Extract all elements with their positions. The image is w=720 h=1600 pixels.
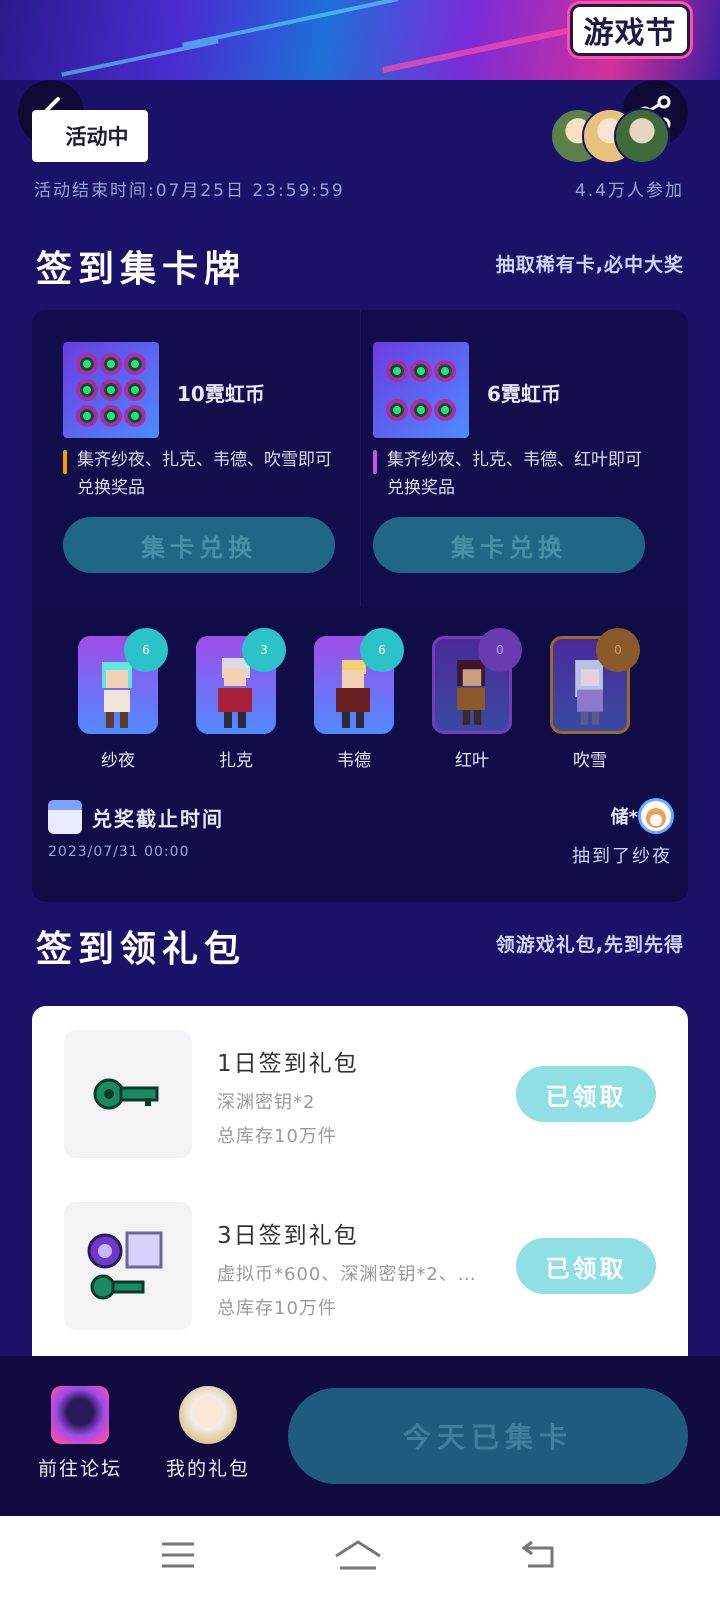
winner-avatar: [638, 798, 674, 834]
card-count-badge: 3: [242, 628, 286, 672]
forum-icon: [51, 1386, 109, 1444]
activity-end-time: 活动结束时间:07月25日 23:59:59: [34, 181, 345, 201]
character-name: 吹雪: [573, 751, 607, 771]
back-nav-icon[interactable]: [520, 1538, 564, 1574]
claimed-button[interactable]: 已领取: [516, 1066, 656, 1122]
neon-coin-icon: [63, 342, 159, 438]
card-count-badge: 0: [596, 628, 640, 672]
forum-label: 前往论坛: [37, 1458, 122, 1480]
bottom-action-bar: 前往论坛 我的礼包 今天已集卡: [0, 1356, 720, 1516]
gift-bundle-icon: [64, 1202, 192, 1330]
winner-username: 储*: [610, 807, 638, 828]
card-count-badge: 6: [360, 628, 404, 672]
claimed-button[interactable]: 已领取: [516, 1238, 656, 1294]
neon-coin-icon: [373, 342, 469, 438]
card-section-subtitle: 抽取稀有卡,必中大奖: [495, 254, 684, 276]
gift-section-title: 签到领礼包: [36, 929, 247, 970]
card-section-title: 签到集卡牌: [36, 249, 247, 290]
prize-name: 6霓虹币: [487, 382, 561, 406]
home-icon[interactable]: [332, 1538, 384, 1574]
prize-card-2: 6霓虹币 集齐纱夜、扎克、韦德、红叶即可兑换奖品 集卡兑换: [373, 342, 665, 573]
deadline-label: 兑奖截止时间: [92, 807, 224, 831]
gift-list: 1日签到礼包 深渊密钥*2 总库存10万件 已领取 3日签到礼包 虚拟币*600…: [32, 1006, 688, 1364]
prize-name: 10霓虹币: [177, 382, 265, 406]
character-name: 韦德: [337, 751, 371, 771]
character-name: 扎克: [219, 751, 253, 771]
character-name: 红叶: [455, 751, 489, 771]
activity-status-badge: 活动中: [32, 110, 148, 162]
abyss-key-icon: [64, 1030, 192, 1158]
event-banner: 游戏节: [0, 0, 720, 80]
gift-section-subtitle: 领游戏礼包,先到先得: [495, 934, 684, 956]
character-name: 纱夜: [101, 751, 135, 771]
today-collected-button[interactable]: 今天已集卡: [288, 1388, 688, 1484]
winner-message: 抽到了纱夜: [572, 846, 672, 867]
menu-icon[interactable]: [158, 1538, 202, 1574]
card-count-badge: 0: [478, 628, 522, 672]
card-exchange-button[interactable]: 集卡兑换: [373, 517, 645, 573]
system-navigation-bar: [0, 1516, 720, 1600]
prize-description: 集齐纱夜、扎克、韦德、吹雪即可兑换奖品: [77, 450, 332, 498]
gift-items: 虚拟币*600、深渊密钥*2、…: [217, 1264, 477, 1285]
participant-avatars[interactable]: [550, 108, 670, 164]
gift-stock: 总库存10万件: [217, 1126, 337, 1147]
calendar-icon: [48, 800, 82, 834]
go-to-forum-button[interactable]: 前往论坛: [30, 1386, 130, 1481]
avatar: [614, 108, 670, 164]
gift-item: 3日签到礼包 虚拟币*600、深渊密钥*2、… 总库存10万件 已领取: [32, 1202, 688, 1332]
gift-avatar-icon: [179, 1386, 237, 1444]
gift-items: 深渊密钥*2: [217, 1092, 316, 1113]
prize-card-1: 10霓虹币 集齐纱夜、扎克、韦德、吹雪即可兑换奖品 集卡兑换: [63, 342, 355, 573]
my-gifts-button[interactable]: 我的礼包: [158, 1386, 258, 1481]
card-count-badge: 6: [124, 628, 168, 672]
my-gifts-label: 我的礼包: [165, 1458, 250, 1480]
participant-count: 4.4万人参加: [574, 181, 684, 201]
gift-title: 1日签到礼包: [217, 1051, 359, 1077]
card-collection-panel: 10霓虹币 集齐纱夜、扎克、韦德、吹雪即可兑换奖品 集卡兑换 6霓虹币 集齐纱夜…: [32, 310, 688, 902]
gift-stock: 总库存10万件: [217, 1298, 337, 1319]
gift-title: 3日签到礼包: [217, 1223, 359, 1249]
festival-logo: 游戏节: [570, 4, 690, 56]
gift-item: 1日签到礼包 深渊密钥*2 总库存10万件 已领取: [32, 1030, 688, 1160]
prize-description: 集齐纱夜、扎克、韦德、红叶即可兑换奖品: [387, 450, 642, 498]
card-exchange-button[interactable]: 集卡兑换: [63, 517, 335, 573]
deadline-date: 2023/07/31 00:00: [48, 844, 190, 860]
